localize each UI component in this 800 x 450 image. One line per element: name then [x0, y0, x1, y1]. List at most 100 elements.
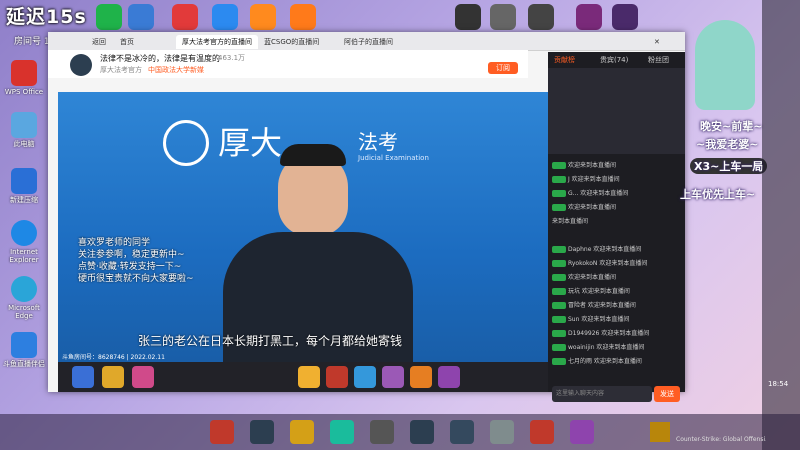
gift-icon-7[interactable] [382, 366, 404, 388]
internet-explorer-icon [11, 220, 37, 246]
sticker-text-3: X3~上车一局 [690, 158, 768, 174]
gift-icon-2[interactable] [102, 366, 124, 388]
game-notice-icon [650, 422, 670, 442]
sticker-text-1: 晚安~前辈~ [700, 120, 763, 133]
chat-line: 来到本直播间 [552, 218, 589, 225]
streamer-name[interactable]: 厚大法考官方 [100, 65, 142, 75]
chat-line: 欢迎来到本直播间 [552, 272, 682, 283]
desktop-icon-ie[interactable]: Internet Explorer [0, 220, 48, 264]
promo-overlay-text: 喜欢罗老师的同学 关注参参啊，稳定更新中~ 点赞·收藏·转发支持一下~ 硬币很宝… [78, 238, 194, 284]
wps-icon [11, 60, 37, 86]
chat-line: 七月的雨 欢迎来到本直播间 [552, 356, 682, 367]
room-title: 法律不是冰冷的，法律是有温度的 [100, 54, 220, 63]
netease-music-icon[interactable] [172, 4, 198, 30]
chat-line: Sun 欢迎来到本直播间 [552, 314, 682, 325]
logo-subtitle: 法考 [358, 130, 398, 154]
chat-line: 欢迎来到本直播间 [552, 160, 682, 171]
gift-icon-3[interactable] [132, 366, 154, 388]
douyu-icon [11, 332, 37, 358]
gift-icon-5[interactable] [326, 366, 348, 388]
desktop-icon-wps[interactable]: WPS Office [0, 60, 48, 96]
taskbar-icon-10[interactable] [570, 420, 594, 444]
chat-panel: 贡献榜 贵宾(74) 粉丝团 欢迎来到本直播间 J 欢迎来到本直播间 G... … [548, 52, 685, 402]
tab-fans[interactable]: 粉丝团 [648, 55, 669, 65]
shield-icon[interactable] [212, 4, 238, 30]
app-icon-purple[interactable] [576, 4, 602, 30]
anime-avatar [695, 20, 755, 110]
game-notice-text: Counter-Strike: Global Offensi... [676, 436, 766, 443]
chat-line: 玩坑 欢迎来到本直播间 [552, 286, 682, 297]
edge-icon [11, 276, 37, 302]
app-icon-purple-2[interactable] [612, 4, 638, 30]
room-header: 法律不是冰冷的，法律是有温度的 厚大法考官方 中国政法大学新媒 463.1万 订… [48, 50, 528, 78]
houda-logo-icon [163, 120, 209, 166]
room-label: 房间号 [14, 37, 42, 47]
app-icon-green[interactable] [96, 4, 122, 30]
chat-line: 冒险者 欢迎来到本直播间 [552, 300, 682, 311]
chat-line: D1949926 欢迎来到本直播间 [552, 328, 682, 339]
chat-line: J 欢迎来到本直播间 [552, 174, 682, 185]
app-icon-gray-2[interactable] [528, 4, 554, 30]
tab-csgo-room[interactable]: 蓝CSGO的直播间 [258, 35, 325, 49]
csgo-icon[interactable] [290, 420, 314, 444]
presenter-hair [280, 144, 346, 166]
gift-icon-4[interactable] [298, 366, 320, 388]
streamer-avatar[interactable] [70, 54, 92, 76]
video-player[interactable]: 厚大 法考 Judicial Examination 喜欢罗老师的同学 关注参参… [58, 92, 548, 362]
stream-delay-title: 延迟15s [6, 6, 87, 28]
video-meta: 斗鱼房间号：8628746 | 2022.02.11 [62, 354, 165, 361]
douyu-app-window: 返回 首页 厚大法考官方的直播间 蓝CSGO的直播间 阿伯子的直播间 ✕ 法律不… [48, 32, 685, 402]
tab-bar: 返回 首页 厚大法考官方的直播间 蓝CSGO的直播间 阿伯子的直播间 ✕ [48, 32, 685, 51]
gift-icon-9[interactable] [438, 366, 460, 388]
tab-back[interactable]: 返回 [86, 35, 112, 49]
tab-houda-room[interactable]: 厚大法考官方的直播间 [176, 35, 258, 49]
tab-home[interactable]: 首页 [114, 35, 140, 49]
clock: 18:54 [768, 380, 789, 388]
desktop-icon-this-pc[interactable]: 此电脑 [0, 112, 48, 148]
gift-icon-8[interactable] [410, 366, 432, 388]
taskbar: Counter-Strike: Global Offensi... [0, 414, 800, 450]
right-side-bar: 18:54 [762, 0, 800, 450]
chat-line: G... 欢迎来到本直播间 [552, 188, 682, 199]
app-icon-blue[interactable] [128, 4, 154, 30]
taskbar-icon-1[interactable] [210, 420, 234, 444]
taskbar-icon-7[interactable] [450, 420, 474, 444]
taskbar-icon-8[interactable] [490, 420, 514, 444]
send-button[interactable]: 发送 [654, 386, 680, 402]
rank-area [548, 68, 685, 154]
gift-icon-6[interactable] [354, 366, 376, 388]
gift-bar [58, 362, 548, 392]
logo-english: Judicial Examination [358, 154, 429, 162]
taskbar-icon-9[interactable] [530, 420, 554, 444]
chat-line: RyokokoN 欢迎来到本直播间 [552, 258, 682, 269]
computer-icon [11, 112, 37, 138]
desktop-icon-douyu[interactable]: 斗鱼直播伴侣 [0, 332, 48, 368]
app-icon-orange-2[interactable] [290, 4, 316, 30]
sticker-text-2: ~我爱老婆~ [696, 138, 759, 151]
subscribe-button[interactable]: 订阅 [488, 62, 518, 74]
window-close-icon[interactable]: ✕ [648, 35, 666, 49]
app-icon-gray[interactable] [490, 4, 516, 30]
chat-input[interactable]: 这里输入聊天内容 [552, 386, 652, 402]
chat-line: Daphne 欢迎来到本直播间 [552, 244, 682, 255]
taskbar-icon-6[interactable] [410, 420, 434, 444]
video-subtitle: 张三的老公在日本长期打黑工，每个月都给她寄钱 [138, 334, 403, 348]
app-icon-dark[interactable] [455, 4, 481, 30]
desktop-icon-edge[interactable]: Microsoft Edge [0, 276, 48, 320]
taskbar-icon-5[interactable] [370, 420, 394, 444]
app-icon-orange[interactable] [250, 4, 276, 30]
desktop-icon-zip[interactable]: 新建压缩 [0, 168, 48, 204]
logo-text: 厚大 [218, 124, 283, 162]
taskbar-icon-2[interactable] [250, 420, 274, 444]
chat-line: 欢迎来到本直播间 [552, 202, 682, 213]
chat-line: woainijin 欢迎来到本直播间 [552, 342, 682, 353]
tab-abozi-room[interactable]: 阿伯子的直播间 [338, 35, 399, 49]
viewer-stat: 463.1万 [218, 54, 246, 62]
taskbar-icon-4[interactable] [330, 420, 354, 444]
category-tag[interactable]: 中国政法大学新媒 [148, 65, 204, 75]
zip-icon [11, 168, 37, 194]
sticker-text-4: 上车优先上车~ [680, 188, 756, 201]
tab-contribution[interactable]: 贡献榜 [554, 55, 575, 65]
tab-vip[interactable]: 贵宾(74) [600, 55, 628, 65]
gift-icon-1[interactable] [72, 366, 94, 388]
